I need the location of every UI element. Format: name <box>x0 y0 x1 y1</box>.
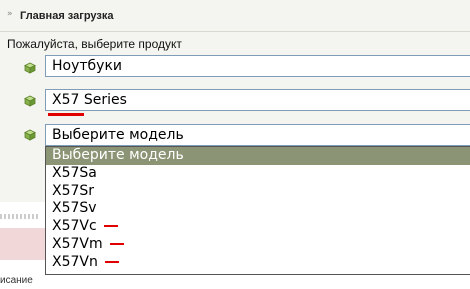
prompt-text: Пожалуйста, выберите продукт <box>7 37 182 51</box>
green-cube-icon <box>24 95 36 107</box>
background-band <box>0 228 45 260</box>
green-cube-icon <box>24 129 36 141</box>
dropdown-option[interactable]: X57Sa <box>46 165 470 183</box>
red-annotation-dash <box>103 225 118 228</box>
double-chevron-right-icon[interactable]: » <box>7 9 13 19</box>
dropdown-option[interactable]: X57Sv <box>46 200 470 218</box>
model-select[interactable]: Выберите модель <box>45 124 470 146</box>
red-annotation-dash <box>109 242 124 245</box>
category-select[interactable]: Ноутбуки <box>45 55 470 77</box>
red-annotation-dash <box>104 260 119 263</box>
green-cube-icon <box>24 62 36 74</box>
dropdown-option[interactable]: Выберите модель <box>46 147 470 165</box>
footer-text: исание <box>0 275 33 286</box>
dropdown-option[interactable]: X57Vm <box>46 236 470 254</box>
model-dropdown-list[interactable]: Выберите модель X57Sa X57Sr X57Sv X57Vc … <box>45 146 470 275</box>
series-select[interactable]: X57 Series <box>45 89 470 111</box>
dropdown-option[interactable]: X57Sr <box>46 183 470 201</box>
dropdown-option[interactable]: X57Vn <box>46 254 470 272</box>
red-annotation-underline <box>48 113 84 116</box>
dotted-divider <box>0 214 40 219</box>
dropdown-option[interactable]: X57Vc <box>46 218 470 236</box>
section-title: Главная загрузка <box>20 10 114 22</box>
